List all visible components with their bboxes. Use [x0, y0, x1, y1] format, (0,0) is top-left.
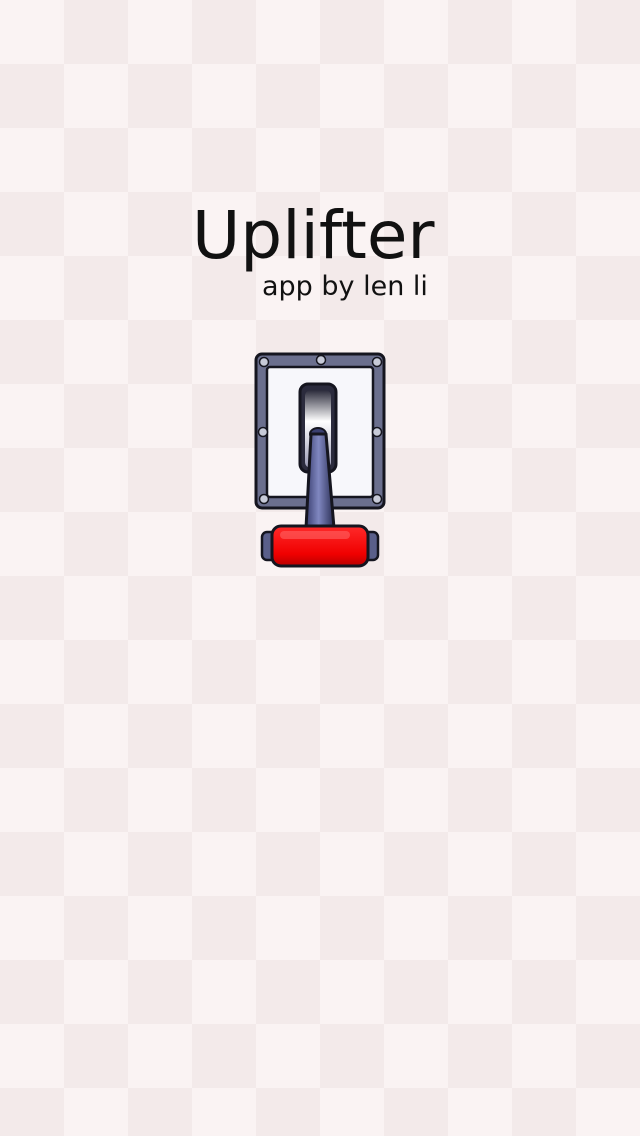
title-block: Uplifter app by len li	[0, 196, 640, 316]
app-title: Uplifter	[192, 197, 435, 274]
app-subtitle: app by len li	[262, 271, 428, 302]
lever-switch[interactable]	[250, 350, 390, 575]
lever-switch-icon	[254, 352, 386, 568]
